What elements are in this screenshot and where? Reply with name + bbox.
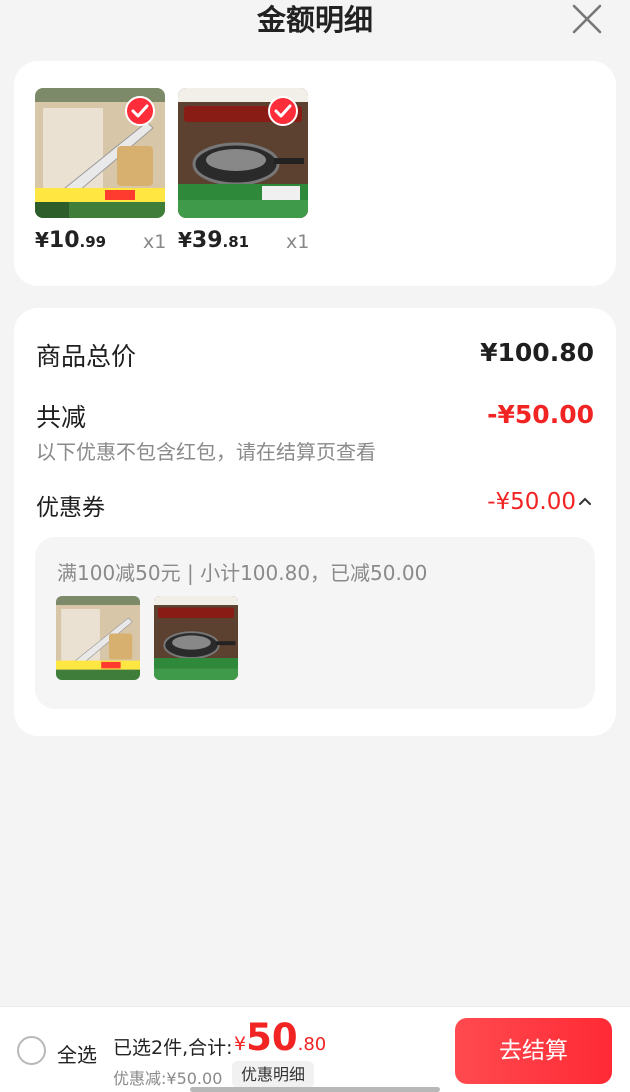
total-reduction-value: -¥50.00 <box>487 400 594 429</box>
price-breakdown-card: 商品总价 ¥100.80 共减 -¥50.00 以下优惠不包含红包，请在结算页查… <box>14 308 616 736</box>
header: 金额明细 <box>0 0 630 44</box>
discount-detail-button[interactable]: 优惠明细 <box>232 1061 315 1088</box>
total-price: ¥50.80 <box>234 1016 327 1059</box>
home-indicator <box>190 1087 440 1092</box>
coupon-description: 满100减50元 | 小计100.80，已减50.00 <box>57 561 428 585</box>
goods-total-value: ¥100.80 <box>480 338 594 367</box>
selected-count-text: 已选2件,合计: <box>113 1037 233 1059</box>
coupon-value[interactable]: -¥50.00 <box>487 489 576 515</box>
product-quantity: x1 <box>286 231 310 253</box>
product-image-knife-set[interactable] <box>35 88 165 218</box>
close-icon[interactable] <box>570 2 604 36</box>
goods-total-label: 商品总价 <box>36 342 137 371</box>
product-image-frying-pan[interactable] <box>178 88 308 218</box>
coupon-detail-box: 满100减50元 | 小计100.80，已减50.00 <box>35 537 595 709</box>
coupon-product-image-frying-pan <box>154 596 238 680</box>
checked-icon[interactable] <box>268 96 298 126</box>
product-item[interactable]: ¥39.81 x1 <box>178 88 309 253</box>
select-all-checkbox[interactable] <box>17 1036 46 1065</box>
discount-text: 优惠减:¥50.00 <box>113 1069 223 1088</box>
product-price: ¥10.99 <box>35 228 107 253</box>
total-reduction-label: 共减 <box>36 403 87 432</box>
checkout-bar: 全选 已选2件,合计: ¥50.80 优惠减:¥50.00 优惠明细 去结算 <box>0 1006 630 1092</box>
product-item[interactable]: ¥10.99 x1 <box>35 88 166 253</box>
chevron-up-icon[interactable] <box>578 489 592 518</box>
product-quantity: x1 <box>143 231 167 253</box>
selected-products-card: ¥10.99 x1 ¥39.81 x1 <box>14 61 616 286</box>
red-packet-note: 以下优惠不包含红包，请在结算页查看 <box>36 440 376 464</box>
checkout-button[interactable]: 去结算 <box>455 1018 612 1084</box>
select-all-label[interactable]: 全选 <box>57 1039 97 1068</box>
coupon-label: 优惠券 <box>36 495 105 521</box>
page-title: 金额明细 <box>256 3 373 37</box>
coupon-product-image-knife-set <box>56 596 140 680</box>
product-price: ¥39.81 <box>178 228 250 253</box>
checked-icon[interactable] <box>125 96 155 126</box>
